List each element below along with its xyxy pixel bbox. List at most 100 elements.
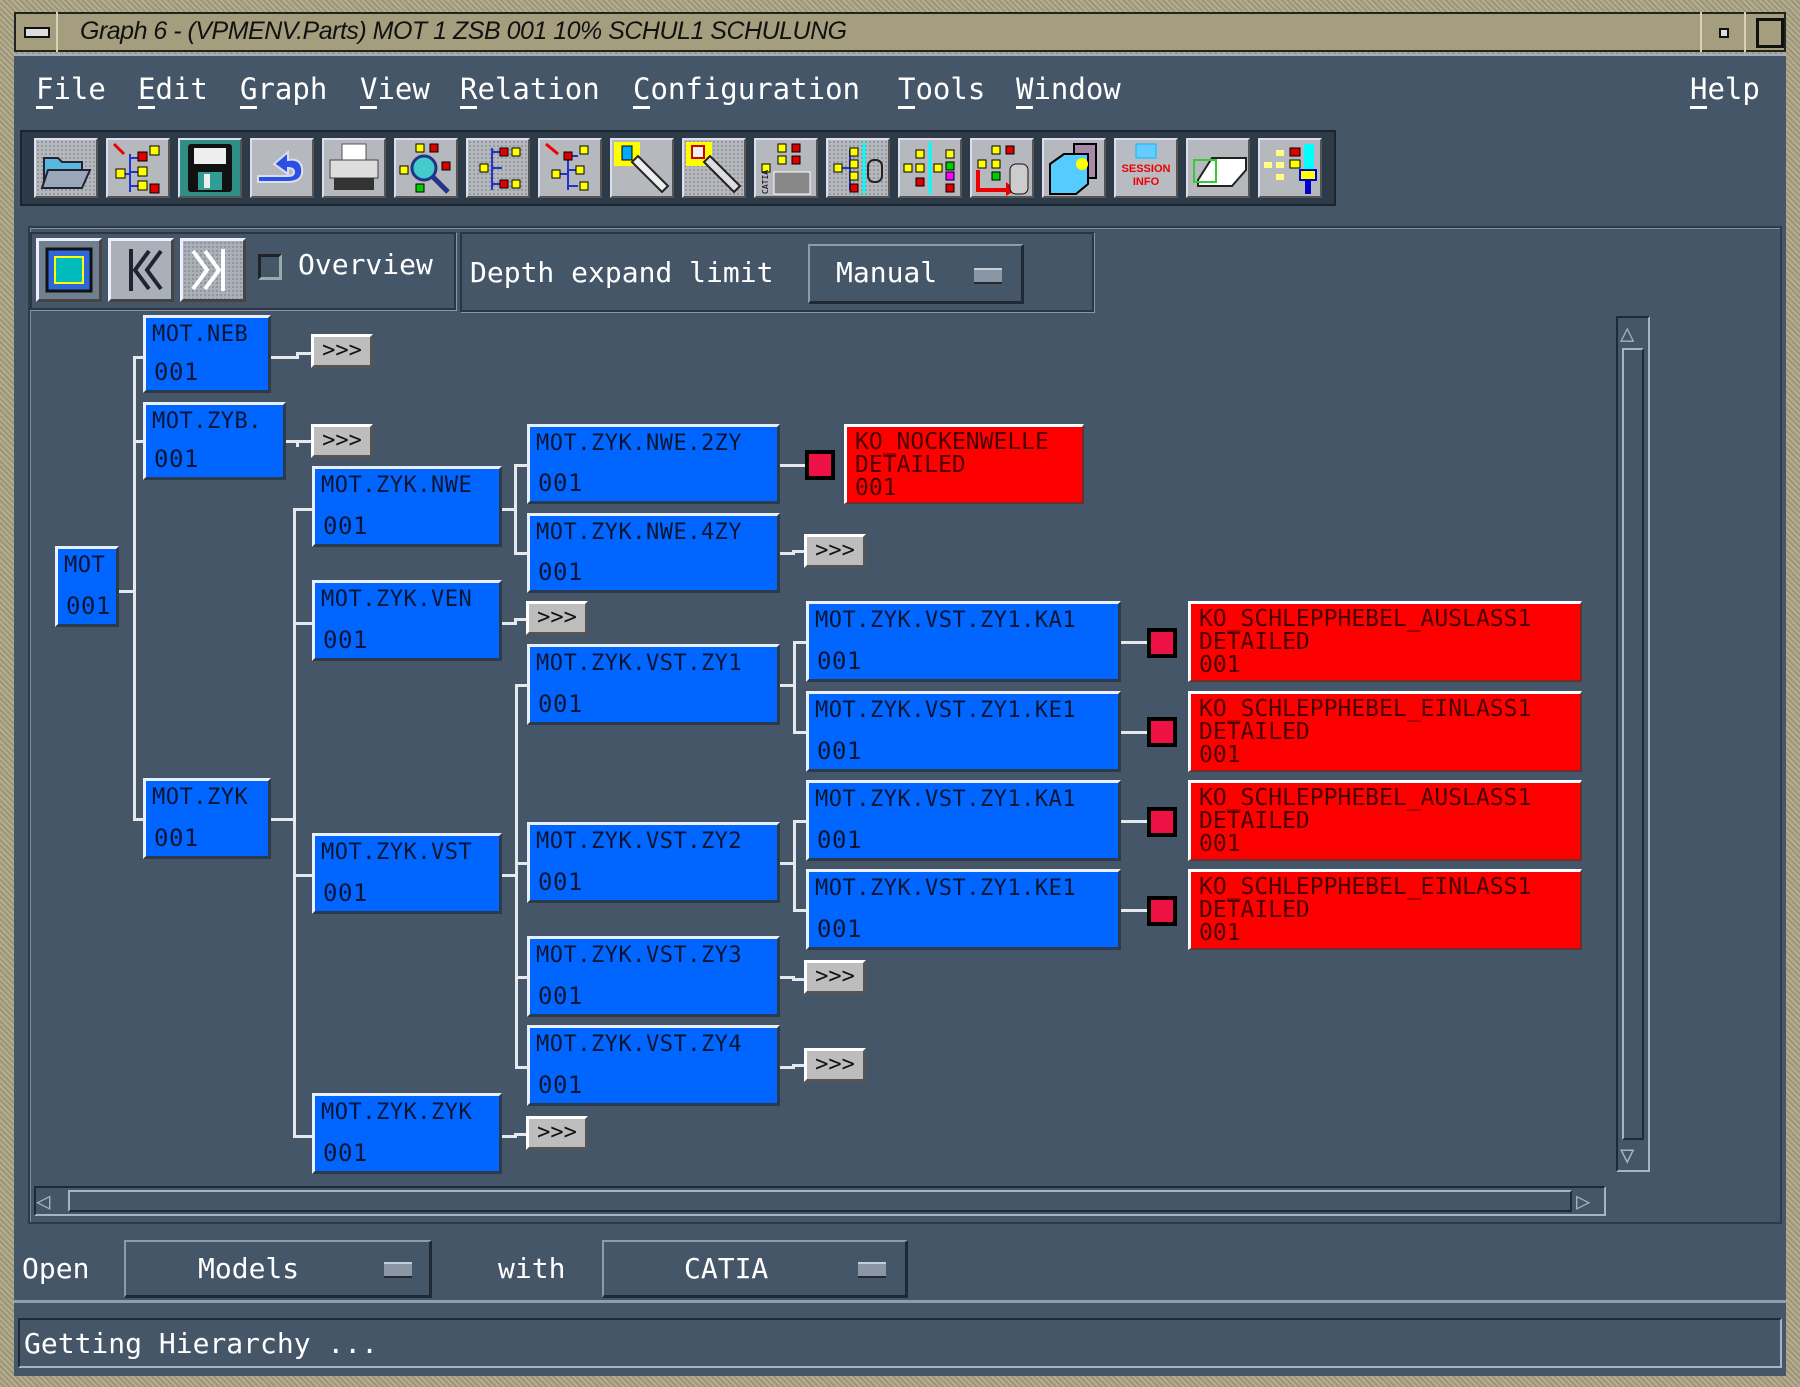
connector-line: [792, 978, 804, 981]
part-wireframe-button[interactable]: [1186, 138, 1250, 198]
tree-export-icon: [976, 145, 1029, 196]
document-auslass1[interactable]: KO_SCHLEPPHEBEL_AUSLASS1 DETAILED 001: [1188, 601, 1582, 682]
node-version: 001: [154, 824, 199, 852]
document-link-marker[interactable]: [1147, 896, 1177, 926]
menu-view[interactable]: View: [360, 70, 430, 109]
node-nwe-4zy[interactable]: MOT.ZYK.NWE.4ZY 001: [527, 513, 780, 593]
document-ko-nockenwelle[interactable]: KO_NOCKENWELLE DETAILED 001: [844, 424, 1084, 504]
node-mot-zyk[interactable]: MOT.ZYK 001: [143, 778, 271, 859]
document-link-marker[interactable]: [1147, 628, 1177, 658]
node-mot-zyk-nwe[interactable]: MOT.ZYK.NWE 001: [312, 466, 502, 547]
window-menu-button[interactable]: [14, 12, 58, 52]
depth-expand-select[interactable]: Manual: [808, 244, 1024, 304]
expand-button-zy4[interactable]: >>>: [804, 1048, 866, 1082]
menu-file[interactable]: File: [36, 70, 106, 109]
expand-button-4zy[interactable]: >>>: [804, 534, 866, 568]
node-mot-zyk-vst[interactable]: MOT.ZYK.VST 001: [312, 833, 502, 914]
menu-window[interactable]: Window: [1016, 70, 1121, 109]
scroll-left-arrow-icon[interactable]: ◁: [36, 1188, 50, 1214]
document-link-marker[interactable]: [1147, 717, 1177, 747]
scroll-up-arrow-icon[interactable]: △: [1620, 320, 1634, 346]
node-zy2-ke1[interactable]: MOT.ZYK.VST.ZY1.KE1 001: [806, 869, 1121, 950]
connector-line: [1121, 641, 1147, 644]
node-mot[interactable]: MOT 001: [55, 546, 119, 627]
scroll-down-arrow-icon[interactable]: ▽: [1620, 1142, 1634, 1168]
connector-line: [515, 862, 527, 865]
toolbar: CATIA SESSION INFO: [20, 130, 1336, 206]
flashlight-button[interactable]: [610, 138, 674, 198]
flashlight-dotted-button[interactable]: [682, 138, 746, 198]
connector-line: [293, 622, 312, 625]
next-button[interactable]: [180, 238, 246, 302]
expand-button-zyk-zyk[interactable]: >>>: [526, 1116, 588, 1150]
tree-export-button[interactable]: [970, 138, 1034, 198]
document-auslass1[interactable]: KO_SCHLEPPHEBEL_AUSLASS1 DETAILED 001: [1188, 780, 1582, 861]
fit-view-button[interactable]: [36, 238, 102, 302]
connector-line: [793, 641, 806, 644]
expand-tree-button[interactable]: [106, 138, 170, 198]
node-mot-zyk-ven[interactable]: MOT.ZYK.VEN 001: [312, 580, 502, 661]
expand-button-zyb[interactable]: >>>: [311, 424, 373, 458]
node-mot-zyb[interactable]: MOT.ZYB. 001: [143, 402, 286, 480]
tree-search-button[interactable]: [394, 138, 458, 198]
node-mot-neb[interactable]: MOT.NEB 001: [143, 315, 271, 393]
document-version: 001: [1199, 831, 1241, 857]
node-vst-zy4[interactable]: MOT.ZYK.VST.ZY4 001: [527, 1025, 780, 1106]
document-link-marker[interactable]: [1147, 807, 1177, 837]
overview-checkbox[interactable]: [258, 254, 282, 280]
expand-button-neb[interactable]: >>>: [311, 334, 373, 368]
menu-help[interactable]: Help: [1690, 70, 1760, 109]
minimize-button[interactable]: [1700, 12, 1744, 52]
connector-line: [793, 909, 806, 912]
previous-button[interactable]: [108, 238, 174, 302]
node-zy1-ka1[interactable]: MOT.ZYK.VST.ZY1.KA1 001: [806, 601, 1121, 682]
3d-box-button[interactable]: [1042, 138, 1106, 198]
document-type: DETAILED: [1199, 719, 1310, 745]
horizontal-scroll-thumb[interactable]: [68, 1190, 1572, 1212]
connector-line: [514, 552, 527, 555]
open-with-select[interactable]: CATIA: [602, 1240, 908, 1298]
document-einlass1[interactable]: KO_SCHLEPPHEBEL_EINLASS1 DETAILED 001: [1188, 869, 1582, 950]
catia-tree-icon: CATIA: [761, 143, 811, 195]
node-version: 001: [154, 445, 199, 473]
document-type: DETAILED: [855, 452, 966, 478]
print-button[interactable]: [322, 138, 386, 198]
node-vst-zy2[interactable]: MOT.ZYK.VST.ZY2 001: [527, 822, 780, 903]
expand-button-ven[interactable]: >>>: [526, 601, 588, 635]
node-vst-zy3[interactable]: MOT.ZYK.VST.ZY3 001: [527, 936, 780, 1017]
tree-expand-red-button[interactable]: [538, 138, 602, 198]
document-name: KO_SCHLEPPHEBEL_AUSLASS1: [1199, 785, 1532, 811]
node-name: MOT.ZYK.VEN: [321, 587, 473, 612]
tree-compare-button[interactable]: [898, 138, 962, 198]
menu-graph[interactable]: Graph: [240, 70, 327, 109]
connector-line: [780, 464, 805, 467]
node-zy1-ke1[interactable]: MOT.ZYK.VST.ZY1.KE1 001: [806, 691, 1121, 772]
node-name: MOT.ZYK.VST.ZY4: [536, 1032, 743, 1057]
undo-button[interactable]: [250, 138, 314, 198]
menu-configuration[interactable]: Configuration: [633, 70, 860, 109]
node-nwe-2zy[interactable]: MOT.ZYK.NWE.2ZY 001: [527, 424, 780, 504]
catia-tree-button[interactable]: CATIA: [754, 138, 818, 198]
vertical-scroll-thumb[interactable]: [1622, 348, 1644, 1140]
document-link-marker[interactable]: [805, 450, 835, 480]
tree-filter-button[interactable]: [826, 138, 890, 198]
menu-edit[interactable]: Edit: [138, 70, 208, 109]
connector-line: [119, 590, 133, 593]
session-info-button[interactable]: SESSION INFO: [1114, 138, 1178, 198]
node-zy2-ka1[interactable]: MOT.ZYK.VST.ZY1.KA1 001: [806, 780, 1121, 861]
menu-tools[interactable]: Tools: [898, 70, 985, 109]
node-vst-zy1[interactable]: MOT.ZYK.VST.ZY1 001: [527, 644, 780, 725]
save-button[interactable]: [178, 138, 242, 198]
open-with-value: CATIA: [684, 1252, 769, 1285]
expand-button-zy3[interactable]: >>>: [804, 960, 866, 994]
open-type-select[interactable]: Models: [124, 1240, 432, 1298]
open-button[interactable]: [34, 138, 98, 198]
scroll-right-arrow-icon[interactable]: ▷: [1576, 1188, 1590, 1214]
node-mot-zyk-zyk[interactable]: MOT.ZYK.ZYK 001: [312, 1093, 502, 1174]
maximize-button[interactable]: [1744, 12, 1786, 52]
tree-collapse-button[interactable]: [466, 138, 530, 198]
tree-paint-button[interactable]: [1258, 138, 1322, 198]
menu-configuration-label: onfiguration: [650, 72, 860, 106]
document-einlass1[interactable]: KO_SCHLEPPHEBEL_EINLASS1 DETAILED 001: [1188, 691, 1582, 772]
menu-relation[interactable]: Relation: [460, 70, 600, 109]
